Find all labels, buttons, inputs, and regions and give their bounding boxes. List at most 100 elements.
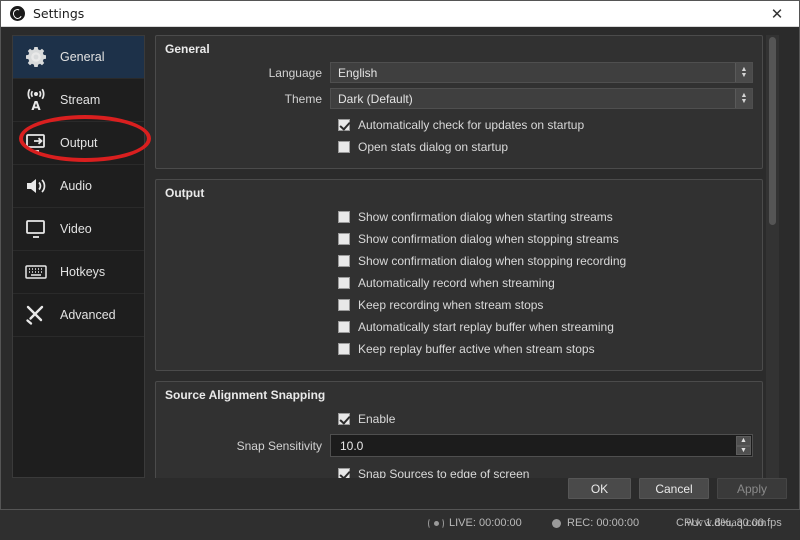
keyboard-icon xyxy=(21,258,51,286)
checkbox-auto-replay-buffer-row[interactable]: Automatically start replay buffer when s… xyxy=(165,316,753,338)
sidebar-item-advanced[interactable]: Advanced xyxy=(13,294,144,337)
snap-sensitivity-row: Snap Sensitivity 10.0 ▲ ▼ xyxy=(165,434,753,457)
sidebar-item-video[interactable]: Video xyxy=(13,208,144,251)
checkbox-label: Open stats dialog on startup xyxy=(358,140,509,154)
checkbox-label: Automatically start replay buffer when s… xyxy=(358,320,614,334)
checkbox-keep-recording-row[interactable]: Keep recording when stream stops xyxy=(165,294,753,316)
checkbox-keep-replay-buffer-row[interactable]: Keep replay buffer active when stream st… xyxy=(165,338,753,360)
group-title: General xyxy=(165,42,210,56)
checkbox-confirm-stop-recording[interactable] xyxy=(338,255,350,267)
status-cpu: CPU: 1.8%, 30.00 fps xyxy=(676,515,782,531)
checkbox-label: Enable xyxy=(358,412,396,426)
checkbox-auto-update[interactable] xyxy=(338,119,350,131)
dialog-body: General A Stream Output Audio Video Hotk… xyxy=(1,27,799,509)
sidebar-item-label: Hotkeys xyxy=(60,265,106,279)
svg-text:A: A xyxy=(31,99,41,113)
snap-sensitivity-input[interactable]: 10.0 ▲ ▼ xyxy=(330,434,753,457)
spinner-arrows[interactable]: ▲ ▼ xyxy=(736,436,751,455)
status-cpu-label: CPU: 1.8%, 30.00 fps xyxy=(676,517,782,529)
gear-icon xyxy=(21,43,51,71)
obs-logo-icon xyxy=(10,6,25,21)
chevron-updown-icon[interactable]: ▲ ▼ xyxy=(735,89,752,108)
status-rec: REC: 00:00:00 xyxy=(552,515,639,531)
status-live: LIVE: 00:00:00 xyxy=(428,515,522,531)
language-select[interactable]: English ▲ ▼ xyxy=(330,62,753,83)
monitor-arrow-icon xyxy=(21,129,51,157)
group-output: Output Show confirmation dialog when sta… xyxy=(155,179,763,371)
record-dot-icon xyxy=(552,518,561,528)
settings-sidebar: General A Stream Output Audio Video Hotk… xyxy=(12,35,151,478)
settings-scroll-content: General Language English ▲ ▼ Theme Dark (… xyxy=(155,35,763,478)
checkbox-label: Show confirmation dialog when starting s… xyxy=(358,210,613,224)
checkbox-auto-replay-buffer[interactable] xyxy=(338,321,350,333)
checkbox-confirm-stop-stream-row[interactable]: Show confirmation dialog when stopping s… xyxy=(165,228,753,250)
sidebar-item-audio[interactable]: Audio xyxy=(13,165,144,208)
theme-select[interactable]: Dark (Default) ▲ ▼ xyxy=(330,88,753,109)
chevron-up-icon[interactable]: ▲ xyxy=(736,436,751,446)
sidebar-item-label: Video xyxy=(60,222,92,236)
title-bar: Settings ✕ xyxy=(1,1,799,27)
status-rec-label: REC: 00:00:00 xyxy=(567,517,640,529)
checkbox-label: Automatically check for updates on start… xyxy=(358,118,585,132)
checkbox-auto-update-row[interactable]: Automatically check for updates on start… xyxy=(165,114,753,136)
checkbox-snapping-enable-row[interactable]: Enable xyxy=(165,408,753,430)
chevron-updown-icon[interactable]: ▲ ▼ xyxy=(735,63,752,82)
sidebar-item-label: Advanced xyxy=(60,308,116,322)
sidebar-item-general[interactable]: General xyxy=(13,36,144,79)
checkbox-open-stats[interactable] xyxy=(338,141,350,153)
sidebar-item-label: Output xyxy=(60,136,98,150)
theme-value: Dark (Default) xyxy=(338,91,413,106)
cancel-button[interactable]: Cancel xyxy=(639,478,709,499)
group-general: General Language English ▲ ▼ Theme Dark (… xyxy=(155,35,763,169)
dialog-button-row: OK Cancel Apply xyxy=(568,478,787,499)
checkbox-snap-edge-row[interactable]: Snap Sources to edge of screen xyxy=(165,463,753,478)
checkbox-label: Show confirmation dialog when stopping s… xyxy=(358,232,619,246)
checkbox-label: Keep recording when stream stops xyxy=(358,298,544,312)
theme-row: Theme Dark (Default) ▲ ▼ xyxy=(165,88,753,109)
checkbox-snap-edge-of-screen[interactable] xyxy=(338,468,350,478)
content-scrollbar[interactable] xyxy=(766,35,779,478)
group-source-alignment-snapping: Source Alignment Snapping Enable Snap Se… xyxy=(155,381,763,478)
checkbox-confirm-stop-recording-row[interactable]: Show confirmation dialog when stopping r… xyxy=(165,250,753,272)
sidebar-item-hotkeys[interactable]: Hotkeys xyxy=(13,251,144,294)
sidebar-item-label: General xyxy=(60,50,105,64)
status-live-label: LIVE: 00:00:00 xyxy=(449,517,522,529)
sidebar-item-output[interactable]: Output xyxy=(13,122,144,165)
checkbox-label: Automatically record when streaming xyxy=(358,276,555,290)
tools-icon xyxy=(21,301,51,329)
checkbox-keep-recording[interactable] xyxy=(338,299,350,311)
checkbox-auto-record[interactable] xyxy=(338,277,350,289)
checkbox-open-stats-row[interactable]: Open stats dialog on startup xyxy=(165,136,753,158)
theme-label: Theme xyxy=(284,91,322,106)
checkbox-confirm-start-stream[interactable] xyxy=(338,211,350,223)
broadcast-icon xyxy=(428,517,444,529)
close-icon[interactable]: ✕ xyxy=(755,1,799,26)
apply-button[interactable]: Apply xyxy=(717,478,787,499)
checkbox-label: Show confirmation dialog when stopping r… xyxy=(358,254,627,268)
checkbox-label: Snap Sources to edge of screen xyxy=(358,467,530,478)
scrollbar-thumb[interactable] xyxy=(769,37,776,225)
group-title: Output xyxy=(165,186,205,200)
snap-sensitivity-value: 10.0 xyxy=(340,438,364,453)
language-value: English xyxy=(338,65,378,80)
window-title: Settings xyxy=(33,6,85,21)
snap-sensitivity-label: Snap Sensitivity xyxy=(236,438,322,453)
monitor-icon xyxy=(21,215,51,243)
group-title: Source Alignment Snapping xyxy=(165,388,326,402)
sidebar-item-stream[interactable]: A Stream xyxy=(13,79,144,122)
language-label: Language xyxy=(268,65,322,80)
sidebar-item-label: Stream xyxy=(60,93,101,107)
checkbox-confirm-stop-stream[interactable] xyxy=(338,233,350,245)
checkbox-auto-record-row[interactable]: Automatically record when streaming xyxy=(165,272,753,294)
settings-dialog: Settings ✕ General A Stream Output Audio… xyxy=(0,0,800,510)
language-row: Language English ▲ ▼ xyxy=(165,62,753,83)
ok-button[interactable]: OK xyxy=(568,478,631,499)
checkbox-label: Keep replay buffer active when stream st… xyxy=(358,342,595,356)
chevron-down-icon[interactable]: ▼ xyxy=(736,445,751,455)
checkbox-keep-replay-buffer[interactable] xyxy=(338,343,350,355)
sidebar-item-label: Audio xyxy=(60,179,92,193)
checkbox-confirm-start-stream-row[interactable]: Show confirmation dialog when starting s… xyxy=(165,206,753,228)
checkbox-snapping-enable[interactable] xyxy=(338,413,350,425)
settings-content: General Language English ▲ ▼ Theme Dark (… xyxy=(155,35,779,478)
speaker-icon xyxy=(21,172,51,200)
